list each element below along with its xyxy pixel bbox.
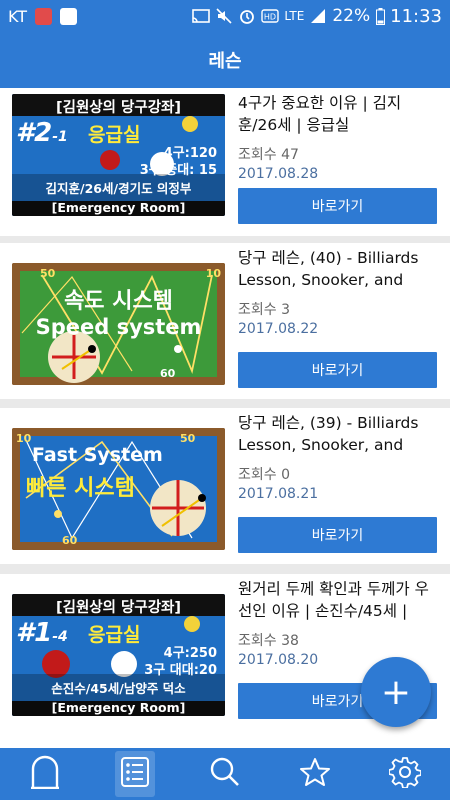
thumb-title-en: Speed system [35,315,202,339]
page-title: 레슨 [208,51,242,72]
carrier-label: KT [8,6,28,26]
search-icon [210,757,240,791]
lesson-title[interactable]: 당구 레슨, (39) - Billiards Lesson, Snooker,… [238,412,440,456]
home-icon [30,755,60,793]
lesson-date: 2017.08.28 [238,166,319,182]
thumb-num-10: 10 [16,432,32,445]
tab-favorites[interactable] [270,748,360,800]
star-icon [299,757,331,791]
go-button[interactable]: 바로가기 [238,188,437,224]
tab-settings[interactable] [360,748,450,800]
list-item[interactable]: 50 10 60 속도 시스템 Speed system 당구 레슨, (40)… [0,243,450,399]
thumb-heading: [김원상의 당구강좌] [55,100,182,116]
thumb-num-50: 50 [180,432,196,445]
thumb-stat2: 3구 대대:20 [144,663,217,678]
battery-percent: 22% [332,6,371,26]
lesson-thumbnail[interactable]: [김원상의 당구강좌] #2-1 응급실 4구:120 3구 중대: 15 김지… [12,94,225,216]
thumb-episode: #1-4 [16,618,68,648]
settings-icon [388,756,422,792]
thumb-episode: #2-1 [16,118,68,148]
clock: 11:33 [390,5,442,27]
thumb-num-10: 10 [205,267,221,280]
thumb-footer: [Emergency Room] [51,200,186,215]
status-bar: KT HD LTE 22% 11:33 [0,0,450,32]
thumb-title-kr: 속도 시스템 [64,289,173,314]
thumb-room: 응급실 [88,624,141,646]
lesson-thumbnail[interactable]: [김원상의 당구강좌] #1-4 응급실 4구:250 3구 대대:20 손진수… [12,594,225,716]
battery-icon [375,7,385,25]
thumb-num-60: 60 [160,367,176,380]
list-item[interactable]: [김원상의 당구강좌] #2-1 응급실 4구:120 3구 중대: 15 김지… [0,88,450,236]
lesson-date: 2017.08.21 [238,486,319,502]
thumb-heading: [김원상의 당구강좌] [55,600,182,616]
lesson-thumbnail[interactable]: 10 50 60 Fast System 빠른 시스템 [12,428,225,550]
list-item[interactable]: 10 50 60 Fast System 빠른 시스템 당구 레슨, (39) … [0,408,450,564]
thumb-person: 김지훈/26세/경기도 의정부 [45,181,192,196]
lesson-list[interactable]: [김원상의 당구강좌] #2-1 응급실 4구:120 3구 중대: 15 김지… [0,88,450,748]
signal-icon [309,8,327,24]
go-button[interactable]: 바로가기 [238,517,437,553]
thumb-room: 응급실 [88,124,141,146]
thumb-num-60: 60 [62,534,78,547]
thumb-title-en: Fast System [32,444,163,466]
lesson-date: 2017.08.20 [238,652,319,668]
notification-app-icon [35,7,53,25]
bottom-nav [0,748,450,800]
svg-text:HD: HD [264,13,276,22]
tab-search[interactable] [180,748,270,800]
cast-icon [192,8,211,24]
list-icon [115,751,155,797]
thumb-person: 손진수/45세/남양주 덕소 [51,681,186,696]
thumb-num-50: 50 [40,267,56,280]
tab-home[interactable] [0,748,90,800]
thumb-footer: [Emergency Room] [51,700,186,715]
tab-list[interactable] [90,748,180,800]
lesson-title[interactable]: 4구가 중요한 이유 | 김지훈/26세 | 응급실 [238,92,440,136]
lesson-title[interactable]: 원거리 두께 확인과 두께가 우선인 이유 | 손진수/45세 | [238,578,440,622]
thumb-stat2: 3구 중대: 15 [139,163,217,178]
alarm-icon [238,8,256,24]
view-count: 조회수 3 [238,302,290,318]
lte-label: LTE [284,9,305,23]
add-fab-button[interactable]: + [361,657,431,727]
hd-icon: HD [261,8,280,24]
view-count: 조회수 0 [238,467,290,483]
lesson-thumbnail[interactable]: 50 10 60 속도 시스템 Speed system [12,263,225,385]
thumb-title-kr: 빠른 시스템 [26,476,135,501]
view-count: 조회수 47 [238,147,299,163]
mute-icon [215,8,233,24]
app-bar: 레슨 [0,32,450,88]
view-count: 조회수 38 [238,633,299,649]
lesson-date: 2017.08.22 [238,321,319,337]
notification-app-icon-2 [60,7,78,25]
lesson-title[interactable]: 당구 레슨, (40) - Billiards Lesson, Snooker,… [238,247,440,291]
go-button[interactable]: 바로가기 [238,352,437,388]
